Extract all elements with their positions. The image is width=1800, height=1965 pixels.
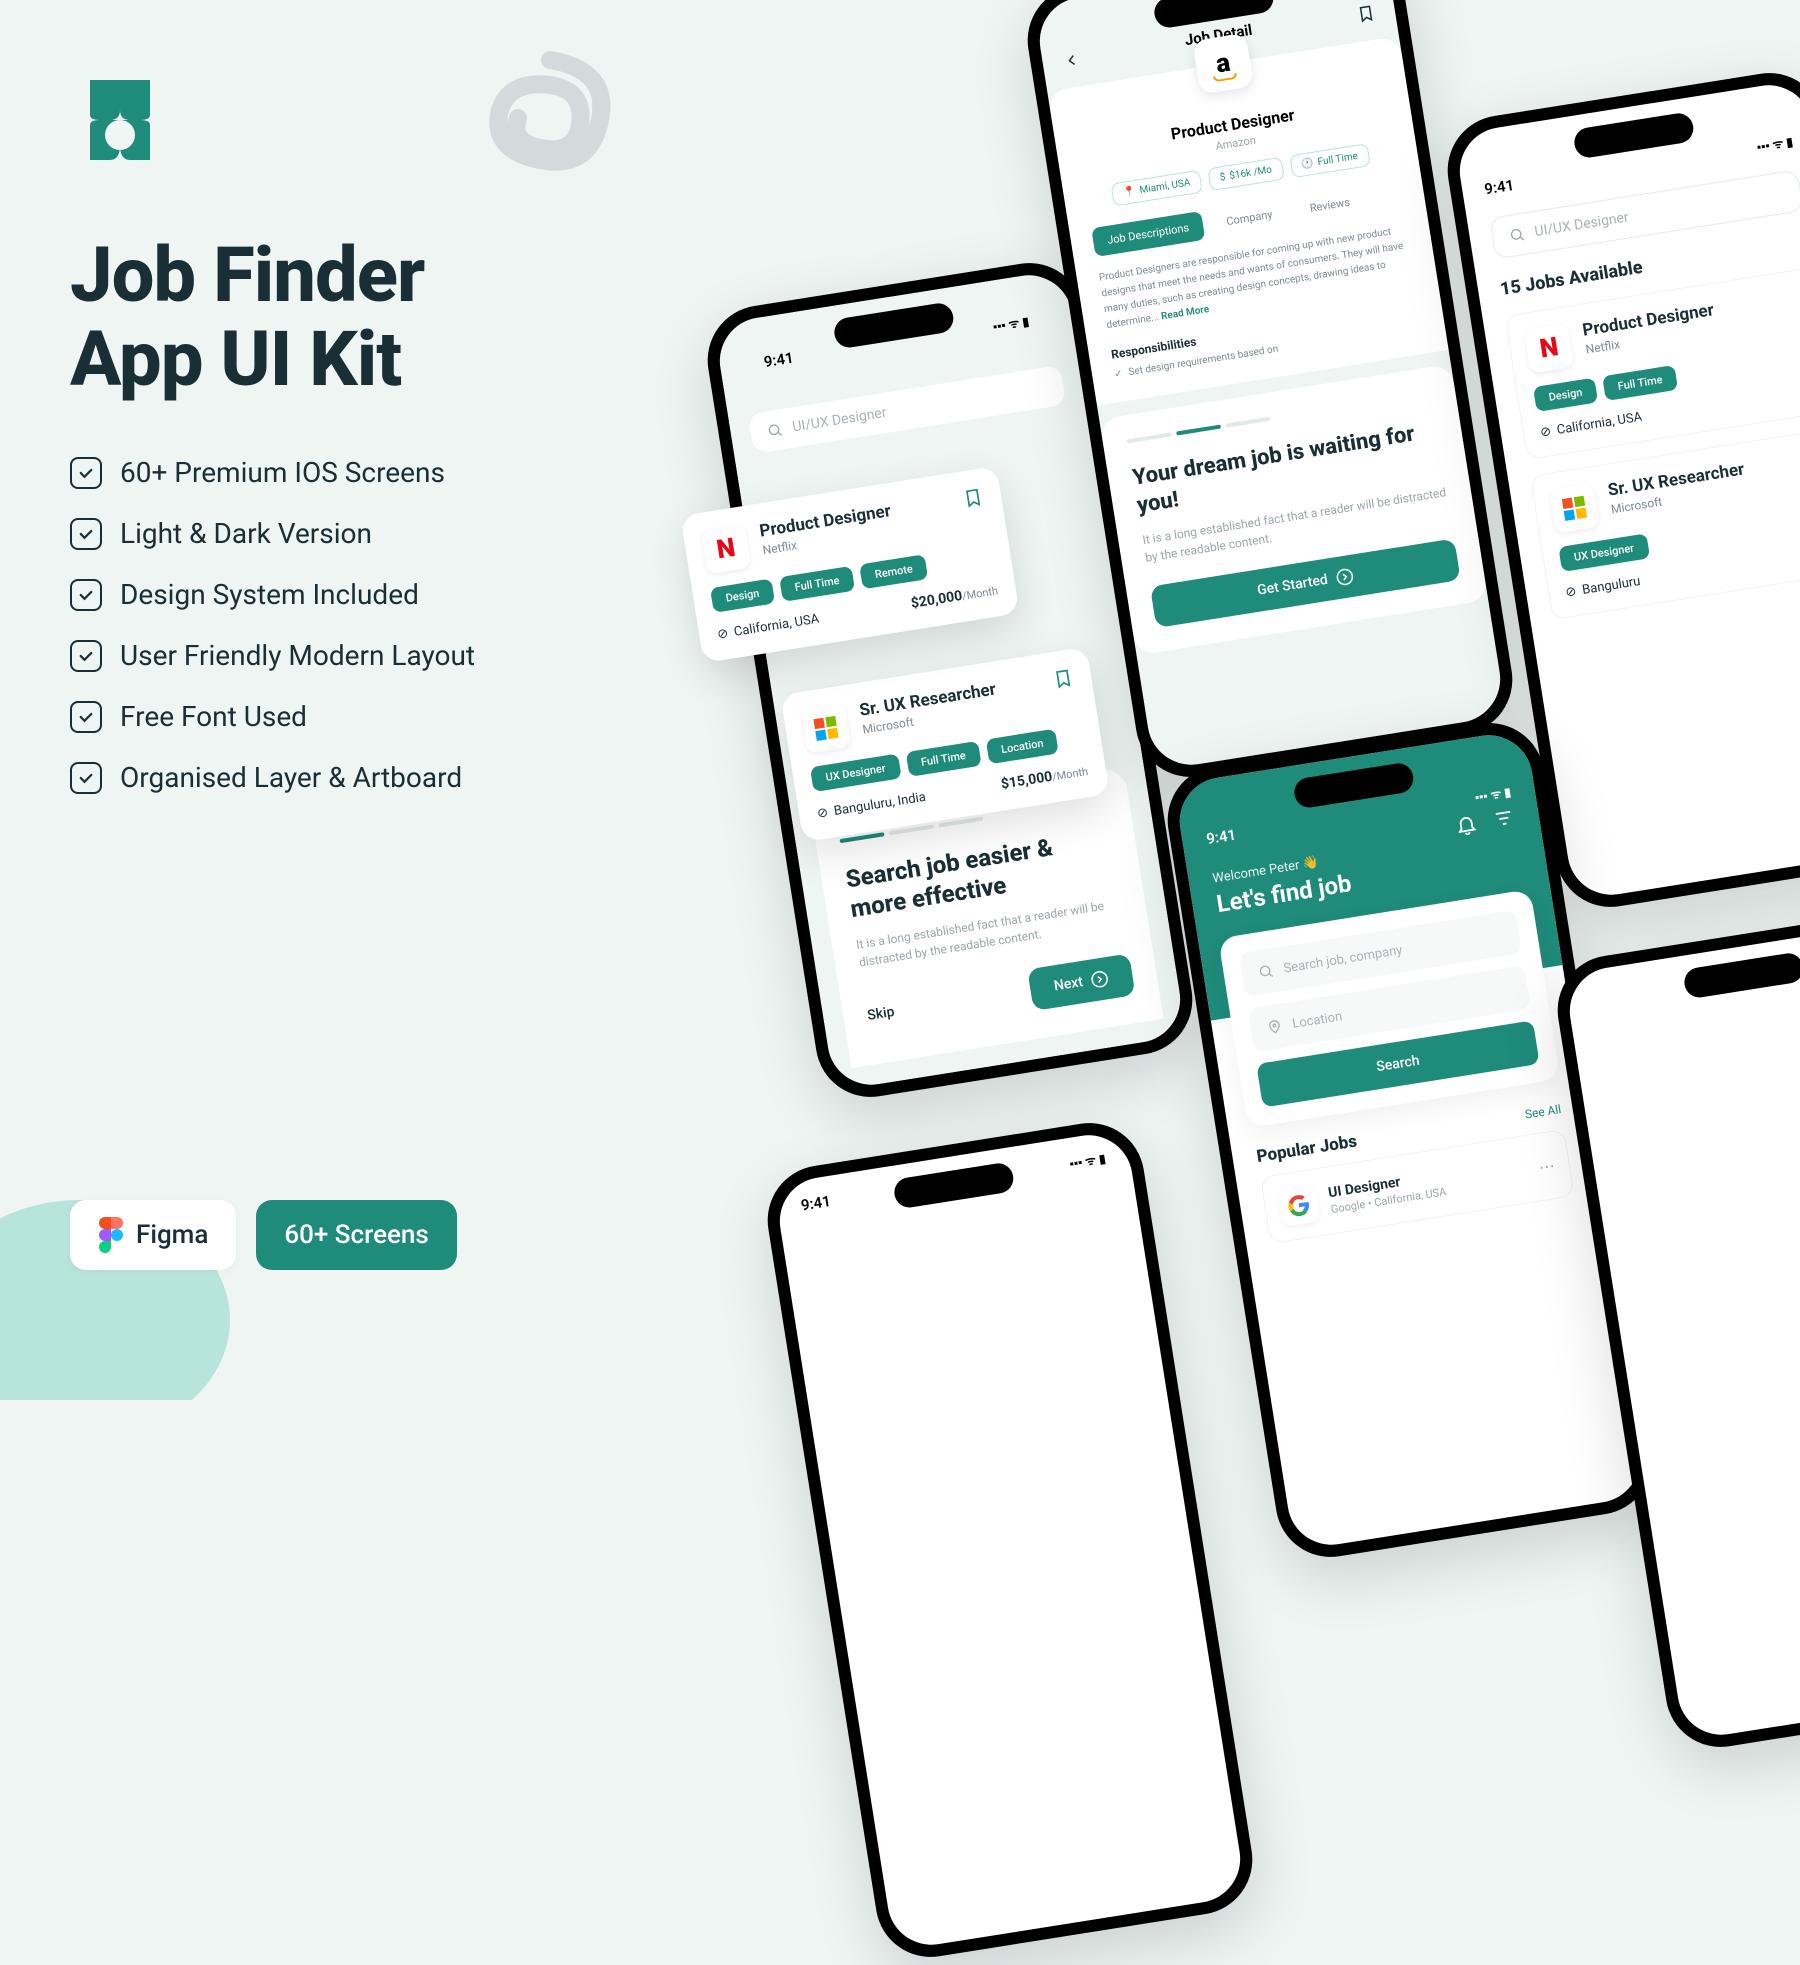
feature-item: Light & Dark Version [70, 517, 670, 550]
meta-salary: $$16k /Mo [1207, 157, 1284, 191]
blob-decoration [0, 1140, 260, 1400]
check-icon [70, 579, 102, 611]
skip-button[interactable]: Skip [866, 1004, 895, 1024]
phone-partial: 9:41▪▪▪ ᯤ ▮ [760, 1115, 1260, 1965]
page-title: Job Finder App UI Kit [70, 234, 670, 401]
result-card[interactable]: Sr. UX ResearcherMicrosoft UX Designer ⊘… [1530, 427, 1800, 620]
section-title: Popular Jobs [1255, 1131, 1358, 1167]
tab-reviews[interactable]: Reviews [1294, 186, 1366, 225]
check-icon [70, 640, 102, 672]
check-icon [70, 762, 102, 794]
check-icon [70, 457, 102, 489]
location-label: ⊘ Banguluru, India [816, 789, 927, 821]
feature-list: 60+ Premium IOS Screens Light & Dark Ver… [70, 456, 670, 794]
feature-item: Free Font Used [70, 700, 670, 733]
status-icons: ▪▪▪ ᯤ ▮ [992, 312, 1031, 334]
more-icon[interactable]: ⋯ [1537, 1155, 1556, 1176]
feature-item: Organised Layer & Artboard [70, 761, 670, 794]
bookmark-icon[interactable] [962, 486, 986, 513]
search-icon [766, 421, 784, 439]
tab-description[interactable]: Job Descriptions [1091, 211, 1205, 257]
feature-item: 60+ Premium IOS Screens [70, 456, 670, 489]
screens-badge: 60+ Screens [256, 1200, 456, 1270]
read-more-link[interactable]: Read More [1160, 304, 1210, 322]
feature-item: Design System Included [70, 578, 670, 611]
bookmark-icon[interactable] [1052, 667, 1076, 694]
arrow-right-icon [1334, 567, 1355, 588]
feature-item: User Friendly Modern Layout [70, 639, 670, 672]
next-button[interactable]: Next [1027, 953, 1135, 1011]
pill: Full Time [905, 741, 981, 777]
back-icon[interactable] [1061, 50, 1082, 71]
meta-type: 🕐Full Time [1289, 143, 1371, 178]
search-icon [1508, 226, 1526, 244]
arrow-right-icon [1089, 969, 1110, 990]
pill: UX Designer [810, 754, 901, 793]
tab-company[interactable]: Company [1210, 198, 1288, 238]
netflix-logo: N [701, 524, 751, 574]
microsoft-logo [801, 703, 851, 753]
pin-icon [1265, 1018, 1283, 1036]
result-card[interactable]: N Product DesignerNetflix DesignFull Tim… [1504, 267, 1800, 460]
pill: Full Time [779, 566, 855, 602]
pill: Remote [859, 554, 928, 589]
pill: Design [710, 579, 775, 613]
location-label: ⊘ California, USA [716, 611, 820, 642]
brand-logo [70, 70, 170, 170]
microsoft-logo [1549, 483, 1599, 533]
salary-label: $15,000/Month [1000, 763, 1089, 793]
meta-location: 📍Miami, USA [1111, 170, 1203, 207]
amazon-logo: a [1192, 33, 1254, 95]
location-label: ⊘ California, USA [1539, 410, 1643, 441]
search-icon [1257, 962, 1275, 980]
see-all-link[interactable]: See All [1524, 1102, 1562, 1122]
netflix-logo: N [1524, 323, 1574, 373]
figma-icon [98, 1216, 124, 1254]
google-logo [1277, 1183, 1320, 1226]
pill: Location [985, 729, 1059, 765]
check-icon [70, 701, 102, 733]
salary-label: $20,000/Month [910, 582, 999, 612]
check-icon [70, 518, 102, 550]
bookmark-icon[interactable] [1356, 3, 1377, 24]
status-time: 9:41 [763, 349, 795, 371]
figma-badge: Figma [70, 1200, 236, 1270]
